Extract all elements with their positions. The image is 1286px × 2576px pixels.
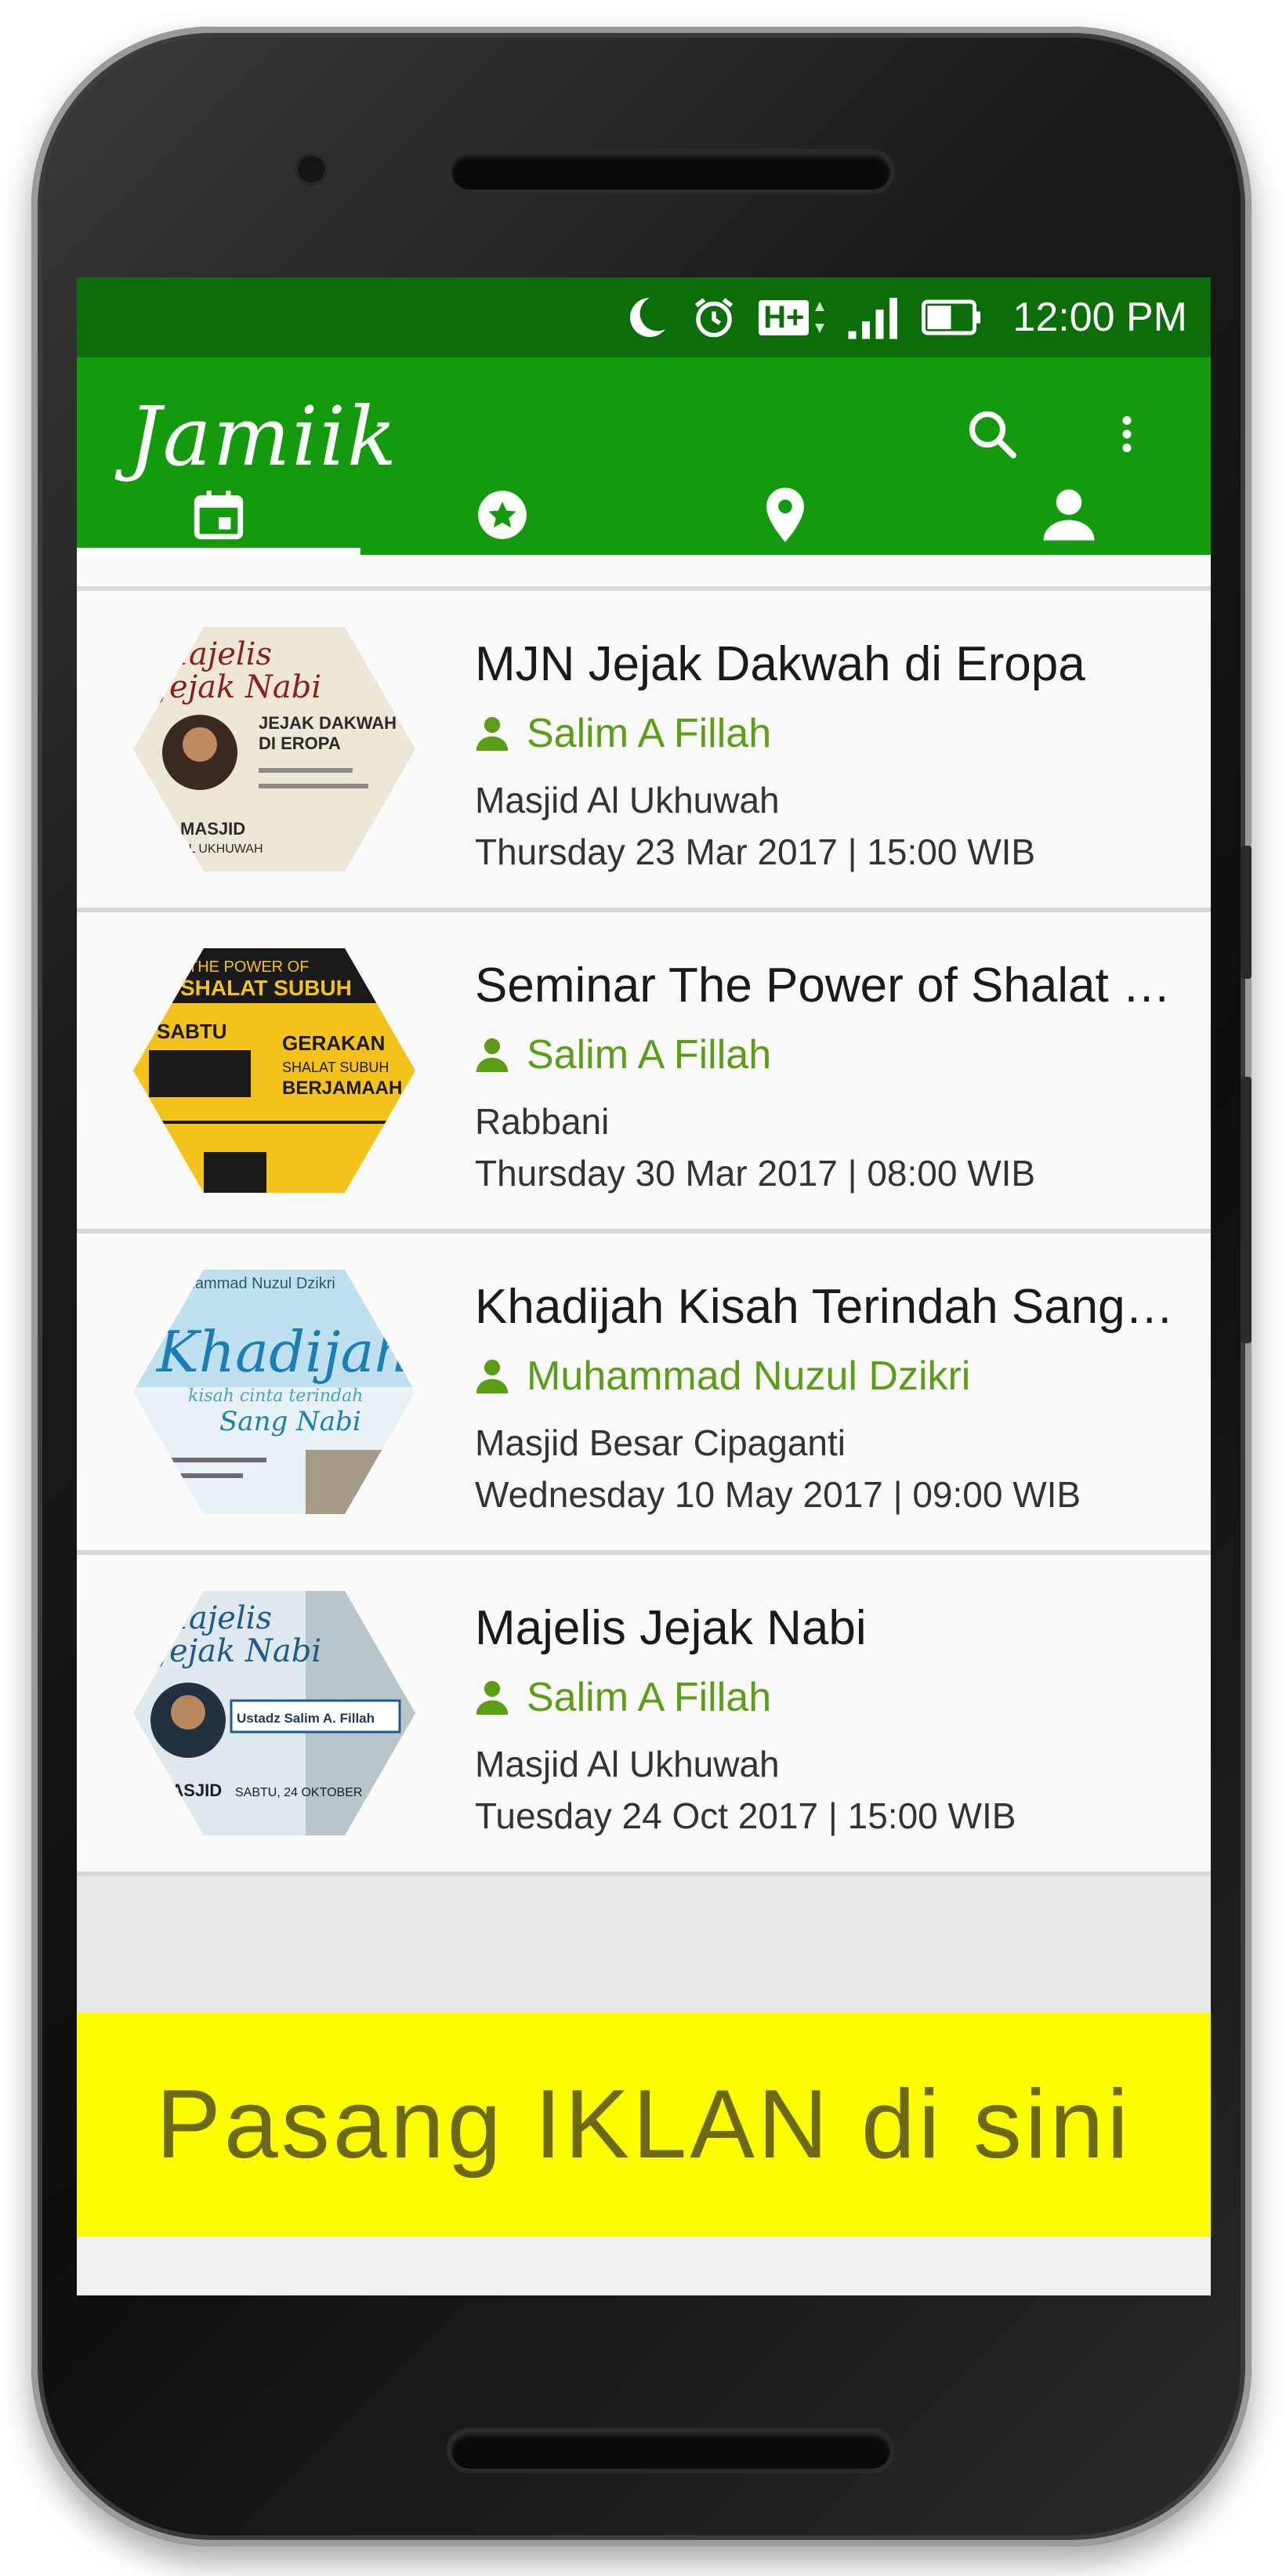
network-h-plus-icon: H+ <box>759 298 826 337</box>
person-icon <box>476 1038 509 1072</box>
svg-text:JEJAK DAKWAH: JEJAK DAKWAH <box>259 713 397 733</box>
event-card[interactable]: Majelis Jejak Nabi Ustadz Salim A. Filla… <box>77 1555 1211 1876</box>
battery-icon <box>922 299 981 335</box>
person-icon <box>476 1359 509 1393</box>
person-icon <box>1043 489 1095 541</box>
overflow-menu-button[interactable] <box>1096 403 1158 466</box>
event-poster-thumbnail: Muhammad Nuzul Dzikri Khadijah kisah cin… <box>133 1270 415 1514</box>
tab-location[interactable] <box>644 475 928 555</box>
signal-icon <box>848 298 898 339</box>
event-time: Thursday 23 Mar 2017 | 15:00 WIB <box>475 831 1036 872</box>
svg-text:Ustadz Salim A. Fillah: Ustadz Salim A. Fillah <box>237 1711 375 1726</box>
event-poster-thumbnail: Majelis Jejak Nabi Ustadz Salim A. Filla… <box>133 1591 415 1835</box>
search-button[interactable] <box>961 403 1023 466</box>
alarm-icon <box>695 298 734 338</box>
person-icon <box>476 716 509 751</box>
svg-text:MASJID: MASJID <box>180 819 245 839</box>
app-logo: Jamiik <box>129 389 398 484</box>
event-speaker: Salim A Fillah <box>475 710 771 757</box>
event-poster-thumbnail: THE POWER OF SHALAT SUBUH SABTU GERAKAN … <box>133 948 415 1193</box>
svg-text:GERAKAN: GERAKAN <box>282 1031 385 1055</box>
more-vert-icon <box>1122 416 1132 452</box>
svg-text:SABTU, 24 OKTOBER: SABTU, 24 OKTOBER <box>235 1786 362 1799</box>
event-speaker: Salim A Fillah <box>475 1674 771 1721</box>
svg-text:Khadijah: Khadijah <box>155 1319 411 1385</box>
speaker-name: Salim A Fillah <box>527 1032 772 1078</box>
event-list[interactable]: Majelis Jejak Nabi JEJAK DAKWAH DI EROPA… <box>77 555 1211 1876</box>
event-venue: Masjid Al Ukhuwah <box>475 1744 780 1784</box>
svg-text:Sang Nabi: Sang Nabi <box>219 1406 361 1437</box>
ad-banner-text: Pasang IKLAN di sini <box>156 2071 1132 2179</box>
screen: H+ 12:00 PM Jamiik Majelis Jejak Nabi JE… <box>77 277 1211 2295</box>
event-time: Wednesday 10 May 2017 | 09:00 WIB <box>475 1474 1081 1515</box>
event-card[interactable]: THE POWER OF SHALAT SUBUH SABTU GERAKAN … <box>77 912 1211 1234</box>
event-title: Majelis Jejak Nabi <box>475 1601 867 1655</box>
event-title: Khadijah Kisah Terindah Sang Nabi <box>475 1280 1180 1334</box>
svg-text:Muhammad Nuzul Dzikri: Muhammad Nuzul Dzikri <box>165 1275 335 1292</box>
earpiece-speaker <box>451 154 890 190</box>
svg-text:MASJID: MASJID <box>157 1781 222 1800</box>
event-card[interactable]: Majelis Jejak Nabi JEJAK DAKWAH DI EROPA… <box>77 591 1211 912</box>
svg-text:AL UKHUWAH: AL UKHUWAH <box>180 842 263 856</box>
svg-text:SHALAT SUBUH: SHALAT SUBUH <box>282 1060 389 1075</box>
event-poster-thumbnail: Majelis Jejak Nabi JEJAK DAKWAH DI EROPA… <box>133 627 415 871</box>
event-speaker: Muhammad Nuzul Dzikri <box>475 1353 970 1400</box>
event-venue: Masjid Besar Cipaganti <box>475 1422 846 1463</box>
tab-bar <box>77 475 1211 555</box>
volume-button <box>1241 846 1252 979</box>
status-bar: H+ 12:00 PM <box>77 277 1211 357</box>
svg-text:BERJAMAAH: BERJAMAAH <box>282 1078 402 1099</box>
person-icon <box>476 1680 509 1715</box>
moon-icon <box>630 298 666 337</box>
svg-text:THE POWER OF: THE POWER OF <box>188 958 309 976</box>
event-card[interactable]: Muhammad Nuzul Dzikri Khadijah kisah cin… <box>77 1234 1211 1555</box>
event-title: MJN Jejak Dakwah di Eropa <box>475 637 1085 691</box>
search-icon <box>969 411 1016 458</box>
status-time: 12:00 PM <box>1012 295 1187 340</box>
svg-text:kisah cinta terindah: kisah cinta terindah <box>188 1386 363 1406</box>
svg-text:SHALAT SUBUH: SHALAT SUBUH <box>180 976 352 1000</box>
location-pin-icon <box>766 487 805 542</box>
calendar-icon <box>194 491 244 540</box>
star-circle-icon <box>477 491 527 539</box>
event-time: Tuesday 24 Oct 2017 | 15:00 WIB <box>475 1795 1016 1836</box>
speaker-name: Muhammad Nuzul Dzikri <box>527 1353 971 1399</box>
front-camera <box>298 156 324 183</box>
bottom-speaker <box>451 2433 890 2469</box>
svg-text:Jejak Nabi: Jejak Nabi <box>151 669 321 705</box>
svg-text:Majelis: Majelis <box>156 636 272 672</box>
tab-profile[interactable] <box>927 475 1211 555</box>
list-bottom-edge <box>77 2237 1211 2295</box>
ad-banner[interactable]: Pasang IKLAN di sini <box>77 2013 1211 2237</box>
svg-text:SABTU: SABTU <box>157 1020 227 1043</box>
tab-schedule[interactable] <box>77 475 360 555</box>
app-bar: Jamiik <box>77 357 1211 555</box>
event-speaker: Salim A Fillah <box>475 1031 771 1078</box>
event-time: Thursday 30 Mar 2017 | 08:00 WIB <box>475 1153 1036 1194</box>
speaker-name: Salim A Fillah <box>527 711 772 756</box>
event-venue: Masjid Al Ukhuwah <box>475 780 780 821</box>
svg-text:Jejak Nabi: Jejak Nabi <box>151 1633 321 1669</box>
partial-list-item <box>77 555 1211 591</box>
speaker-name: Salim A Fillah <box>527 1675 772 1720</box>
tab-favorites[interactable] <box>360 475 644 555</box>
svg-text:DI EROPA: DI EROPA <box>259 734 341 753</box>
power-button <box>1241 1077 1252 1343</box>
svg-text:Majelis: Majelis <box>156 1600 272 1636</box>
event-venue: Rabbani <box>475 1101 610 1142</box>
event-title: Seminar The Power of Shalat Subuh <box>475 958 1180 1013</box>
